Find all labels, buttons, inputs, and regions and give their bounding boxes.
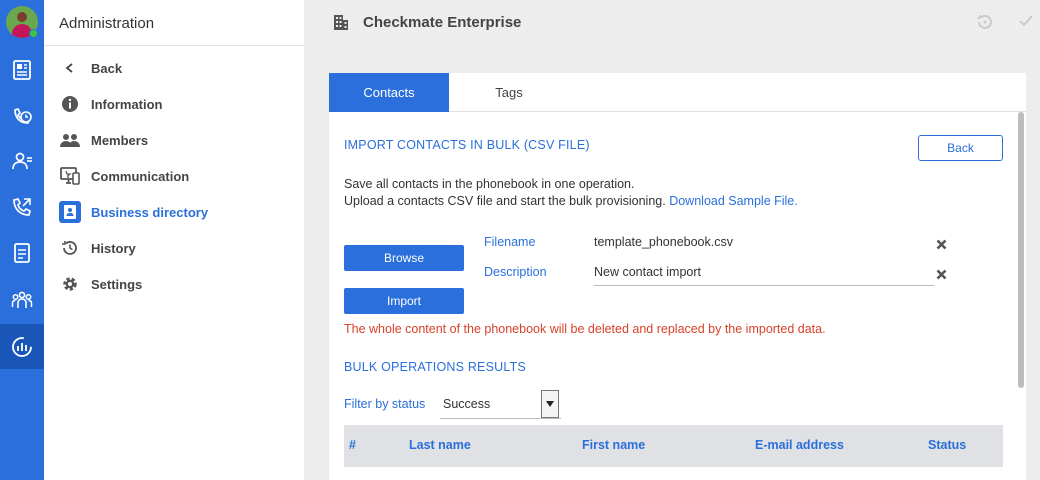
sidebar-item-label: Members	[91, 132, 149, 148]
caret-down-icon[interactable]	[541, 390, 559, 418]
sidebar-item-members[interactable]: Members	[59, 128, 148, 152]
description-input[interactable]	[594, 262, 934, 286]
newspaper-icon[interactable]	[0, 48, 44, 92]
groups-icon[interactable]	[0, 278, 44, 322]
sidebar-title: Administration	[44, 0, 304, 46]
scrollbar[interactable]	[1018, 112, 1024, 388]
check-icon[interactable]	[1018, 13, 1034, 34]
sidebar-item-settings[interactable]: Settings	[59, 272, 142, 296]
replace-warning: The whole content of the phonebook will …	[344, 322, 826, 336]
column-header-first-name[interactable]: First name	[582, 438, 645, 452]
analytics-icon[interactable]	[0, 324, 44, 369]
contacts-icon[interactable]	[0, 139, 44, 183]
phone-clock-icon[interactable]	[0, 94, 44, 138]
communication-icon	[59, 165, 81, 187]
import-description-line1: Save all contacts in the phonebook in on…	[344, 177, 635, 191]
sidebar-item-information[interactable]: Information	[59, 92, 163, 116]
chevron-left-icon	[59, 57, 81, 79]
members-icon	[59, 129, 81, 151]
column-header-number[interactable]: #	[349, 438, 356, 452]
sidebar-item-back[interactable]: Back	[59, 56, 122, 80]
revert-icon[interactable]	[976, 13, 994, 36]
phone-forward-icon[interactable]	[0, 185, 44, 229]
directory-icon	[59, 201, 81, 223]
tab-tags[interactable]: Tags	[449, 73, 569, 112]
status-filter-value: Success	[443, 397, 491, 411]
sidebar-item-business-directory[interactable]: Business directory	[59, 200, 208, 224]
info-icon	[59, 93, 81, 115]
sidebar-item-label: Communication	[91, 168, 190, 184]
gear-icon	[59, 273, 81, 295]
report-icon[interactable]	[0, 231, 44, 275]
building-icon	[332, 13, 350, 36]
description-label: Description	[484, 265, 547, 279]
filter-status-label: Filter by status	[344, 397, 426, 411]
import-button[interactable]: Import	[344, 288, 464, 314]
column-header-status[interactable]: Status	[928, 438, 966, 452]
results-table-header: # Last name First name E-mail address St…	[344, 425, 1003, 467]
tab-contacts[interactable]: Contacts	[329, 73, 449, 112]
sidebar-item-communication[interactable]: Communication	[59, 164, 189, 188]
sidebar-item-history[interactable]: History	[59, 236, 136, 260]
clear-filename-icon[interactable]	[934, 237, 948, 251]
sidebar-item-label: Business directory	[91, 204, 209, 220]
import-section-title: IMPORT CONTACTS IN BULK (CSV FILE)	[344, 138, 590, 152]
filename-value: template_phonebook.csv	[594, 235, 733, 249]
presence-indicator	[29, 29, 38, 38]
history-icon	[59, 237, 81, 259]
back-button[interactable]: Back	[918, 135, 1003, 161]
filename-label: Filename	[484, 235, 536, 249]
sidebar-item-label: Settings	[91, 276, 143, 292]
tab-bar: Contacts Tags	[329, 73, 1026, 112]
column-header-last-name[interactable]: Last name	[409, 438, 471, 452]
content-card: Contacts Tags IMPORT CONTACTS IN BULK (C…	[329, 73, 1026, 480]
import-description-text: Upload a contacts CSV file and start the…	[344, 194, 666, 208]
admin-sidebar: Administration Back Information Members …	[44, 0, 304, 480]
results-section-title: BULK OPERATIONS RESULTS	[344, 360, 526, 374]
page-title: Checkmate Enterprise	[363, 14, 522, 31]
download-sample-link[interactable]: Download Sample File.	[669, 194, 798, 208]
column-header-email[interactable]: E-mail address	[755, 438, 844, 452]
import-description-line2: Upload a contacts CSV file and start the…	[344, 194, 798, 208]
browse-button[interactable]: Browse	[344, 245, 464, 271]
app-rail	[0, 0, 44, 480]
clear-description-icon[interactable]	[934, 267, 948, 281]
sidebar-item-label: History	[91, 240, 136, 256]
status-filter-select[interactable]: Success	[440, 389, 561, 419]
sidebar-item-label: Information	[91, 96, 163, 112]
sidebar-item-label: Back	[91, 60, 123, 76]
top-header: Checkmate Enterprise	[304, 0, 1040, 46]
